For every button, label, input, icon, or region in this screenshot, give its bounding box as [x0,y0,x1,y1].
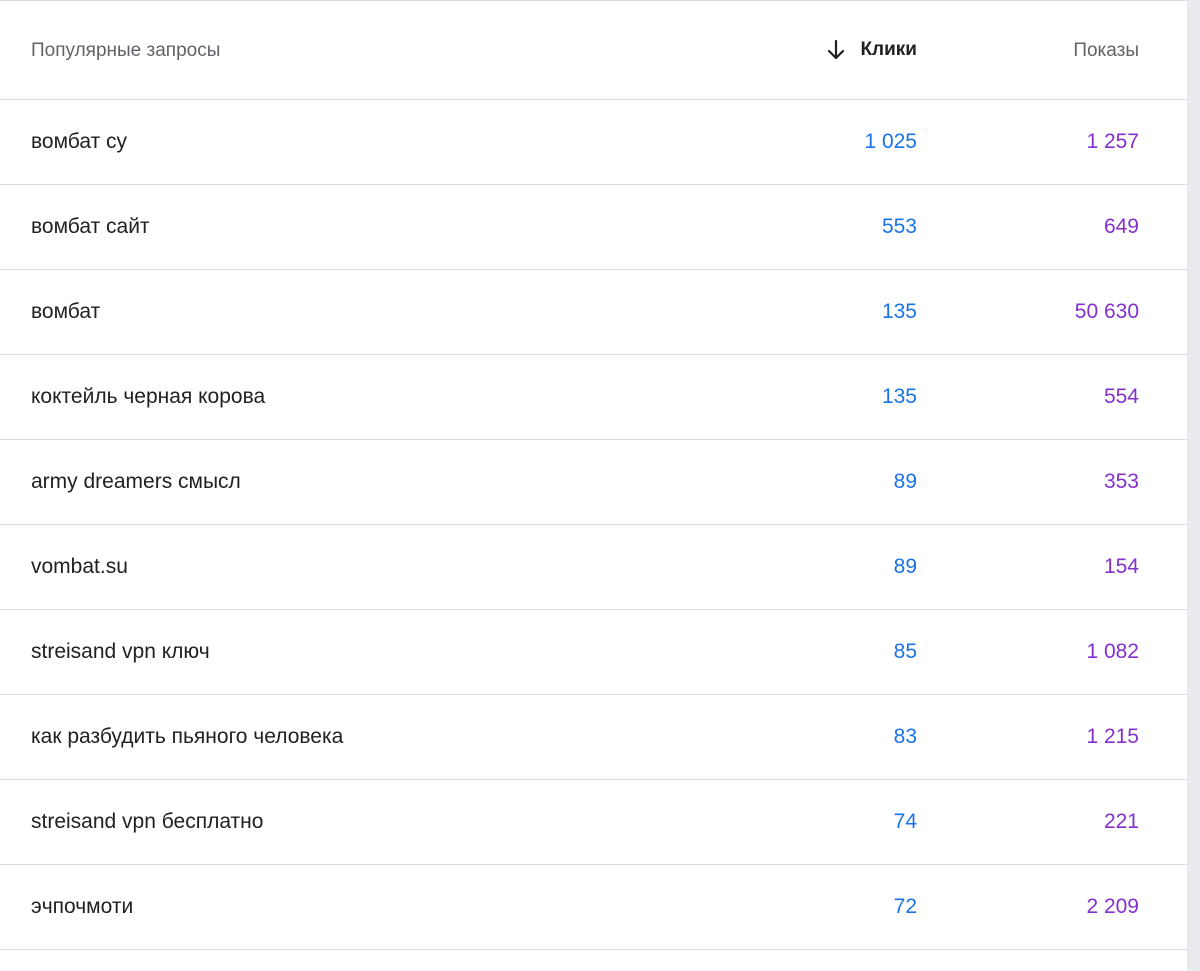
impressions-cell: 1 257 [1086,130,1139,153]
clicks-cell: 83 [893,725,917,748]
query-cell: army dreamers смысл [31,470,241,493]
query-cell: вомбат сайт [31,215,150,238]
query-cell: вомбат су [31,130,128,153]
query-cell: streisand vpn бесплатно [31,810,264,833]
query-cell: вомбат [31,300,101,323]
table-row[interactable]: вомбат 135 50 630 [0,270,1187,355]
header-clicks-sort[interactable]: Клики [826,37,917,63]
clicks-cell: 89 [893,470,917,493]
header-clicks-label: Клики [860,39,917,60]
queries-table: Популярные запросы Клики Показы вомбат с… [0,0,1187,971]
impressions-cell: 1 215 [1086,725,1139,748]
header-queries: Популярные запросы [31,40,221,61]
query-cell: streisand vpn ключ [31,640,210,663]
impressions-cell: 1 082 [1086,640,1139,663]
clicks-cell: 89 [893,555,917,578]
table-row[interactable]: streisand vpn ключ 85 1 082 [0,610,1187,695]
table-row[interactable]: коктейль черная корова 135 554 [0,355,1187,440]
clicks-cell: 135 [881,385,917,408]
clicks-cell: 135 [881,300,917,323]
query-cell: vombat.su [31,555,128,578]
clicks-cell: 85 [893,640,917,663]
table-row[interactable]: army dreamers смысл 89 353 [0,440,1187,525]
query-cell: эчпочмоти [31,895,134,918]
clicks-cell: 74 [893,810,917,833]
query-cell: как разбудить пьяного человека [31,725,344,748]
impressions-cell: 353 [1103,470,1139,493]
table-row[interactable]: вомбат су 1 025 1 257 [0,100,1187,185]
table-row[interactable]: вомбат сайт 553 649 [0,185,1187,270]
impressions-cell: 649 [1103,215,1139,238]
table-row[interactable]: vombat.su 89 154 [0,525,1187,610]
query-cell: коктейль черная корова [31,385,266,408]
table-header: Популярные запросы Клики Показы [0,1,1187,100]
clicks-cell: 72 [893,895,917,918]
impressions-cell: 221 [1103,810,1139,833]
impressions-cell: 50 630 [1074,300,1139,323]
table-row[interactable]: как разбудить пьяного человека 83 1 215 [0,695,1187,780]
table-row[interactable]: streisand vpn бесплатно 74 221 [0,780,1187,865]
clicks-cell: 553 [881,215,917,238]
table-row[interactable]: эчпочмоти 72 2 209 [0,865,1187,950]
impressions-cell: 2 209 [1086,895,1139,918]
impressions-cell: 554 [1103,385,1139,408]
clicks-cell: 1 025 [864,130,917,153]
arrow-down-icon [828,39,845,60]
header-impressions[interactable]: Показы [1073,40,1139,62]
impressions-cell: 154 [1103,555,1139,578]
